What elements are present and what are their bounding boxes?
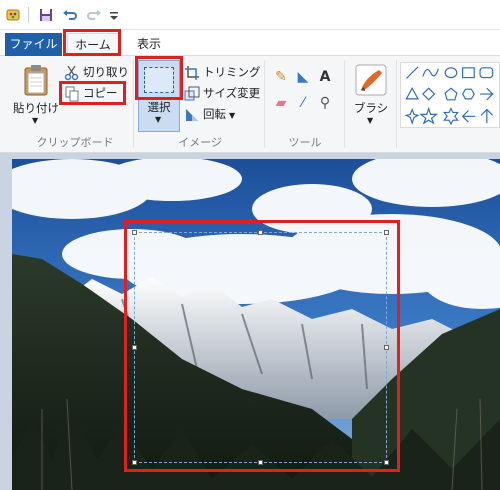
image-group-label: イメージ [178, 136, 222, 149]
select-label: 選択 [147, 100, 171, 114]
tab-home[interactable]: ホーム [67, 33, 119, 56]
eraser-icon[interactable]: ▰ [272, 94, 290, 112]
undo-icon[interactable] [62, 7, 78, 23]
chevron-down-icon: ▼ [229, 111, 236, 120]
fill-icon[interactable]: ◣ [294, 68, 312, 86]
resize-icon [184, 86, 200, 100]
ribbon-tab-bar: ファイル ホーム 表示 [0, 30, 500, 56]
text-icon[interactable]: A [316, 68, 334, 86]
brushes-label: ブラシ [353, 101, 389, 115]
copy-icon [65, 86, 79, 101]
chevron-down-icon: ▼ [155, 115, 162, 124]
cut-button[interactable]: 切り取り [64, 62, 129, 82]
cut-label: 切り取り [83, 65, 129, 79]
resize-label: サイズ変更 [203, 86, 261, 100]
group-divider [344, 60, 345, 148]
group-divider [264, 60, 265, 148]
customize-qat-icon[interactable] [106, 7, 122, 23]
crop-button[interactable]: トリミング [184, 62, 261, 82]
clipboard-icon [24, 65, 48, 96]
crop-icon [185, 65, 199, 80]
selection-handle[interactable] [132, 230, 137, 235]
quick-access-toolbar [0, 0, 500, 30]
selection-handle[interactable] [132, 460, 137, 465]
select-button[interactable]: 選択 ▼ [138, 60, 180, 132]
rotate-button[interactable]: 回転 ▼ [184, 104, 235, 124]
magnifier-icon[interactable]: ⚲ [316, 94, 334, 112]
rotate-icon [186, 108, 198, 121]
copy-button[interactable]: コピー [64, 83, 118, 103]
selection-handle[interactable] [258, 460, 263, 465]
paste-label: 貼り付け [13, 101, 59, 115]
select-rect-icon [144, 67, 174, 93]
rotate-label: 回転 [203, 107, 226, 121]
color-picker-icon[interactable]: ⁄ [294, 94, 312, 112]
selection-handle[interactable] [132, 345, 137, 350]
paste-button[interactable]: 貼り付け ▼ [12, 60, 60, 130]
tools-group-label: ツール [288, 136, 322, 149]
brushes-button[interactable]: ブラシ ▼ [350, 60, 392, 132]
ribbon-home: 貼り付け ▼ 切り取り コピー クリップボード 選択 ▼ トリミング サイズ変更… [0, 56, 500, 153]
copy-label: コピー [83, 86, 118, 100]
chevron-down-icon: ▼ [367, 116, 374, 125]
tab-file[interactable]: ファイル [5, 33, 62, 56]
group-divider [133, 60, 134, 148]
tab-view[interactable]: 表示 [128, 33, 170, 56]
resize-button[interactable]: サイズ変更 [184, 83, 260, 103]
qat-divider [28, 7, 29, 23]
clipboard-group-label: クリップボード [36, 136, 114, 149]
brush-icon [355, 64, 387, 96]
selection-rectangle[interactable] [134, 232, 387, 463]
save-icon[interactable] [38, 7, 54, 23]
group-divider [396, 60, 397, 148]
scissors-icon [64, 65, 79, 80]
selection-handle[interactable] [258, 230, 263, 235]
chevron-down-icon: ▼ [32, 116, 39, 125]
pencil-icon[interactable]: ✎ [272, 68, 290, 86]
tools-grid: ✎ ◣ A ▰ ⁄ ⚲ [272, 66, 338, 126]
paint-app-icon[interactable] [6, 7, 22, 23]
selection-handle[interactable] [384, 460, 389, 465]
selection-handle[interactable] [384, 230, 389, 235]
selection-handle[interactable] [384, 345, 389, 350]
redo-icon[interactable] [86, 7, 102, 23]
shapes-gallery[interactable] [400, 62, 500, 128]
crop-label: トリミング [203, 65, 261, 79]
